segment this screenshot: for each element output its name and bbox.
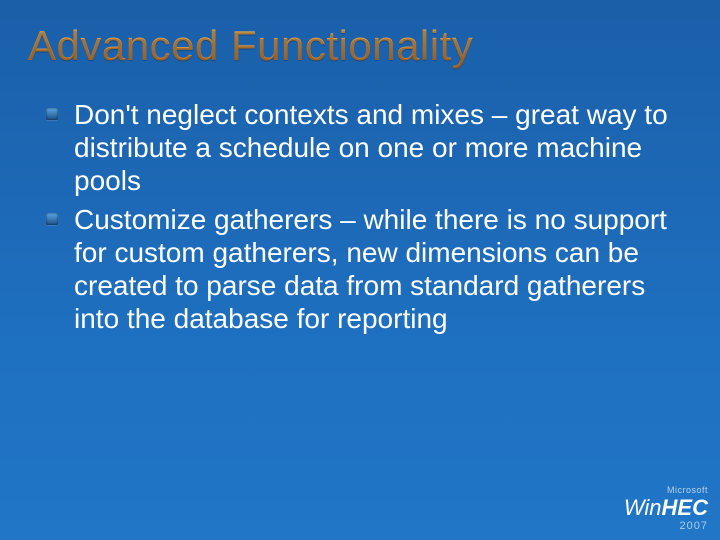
bullet-list: Don't neglect contexts and mixes – great… <box>40 98 680 341</box>
vendor-label: Microsoft <box>624 486 708 495</box>
brand-prefix: Win <box>624 495 662 520</box>
brand-label: WinHEC <box>624 497 708 519</box>
list-item: Don't neglect contexts and mixes – great… <box>40 98 680 203</box>
list-item: Customize gatherers – while there is no … <box>40 203 680 341</box>
brand-suffix: HEC <box>662 495 708 520</box>
footer-logo: Microsoft WinHEC 2007 <box>624 486 708 532</box>
brand-year: 2007 <box>624 521 708 532</box>
slide-title: Advanced Functionality <box>0 0 720 70</box>
